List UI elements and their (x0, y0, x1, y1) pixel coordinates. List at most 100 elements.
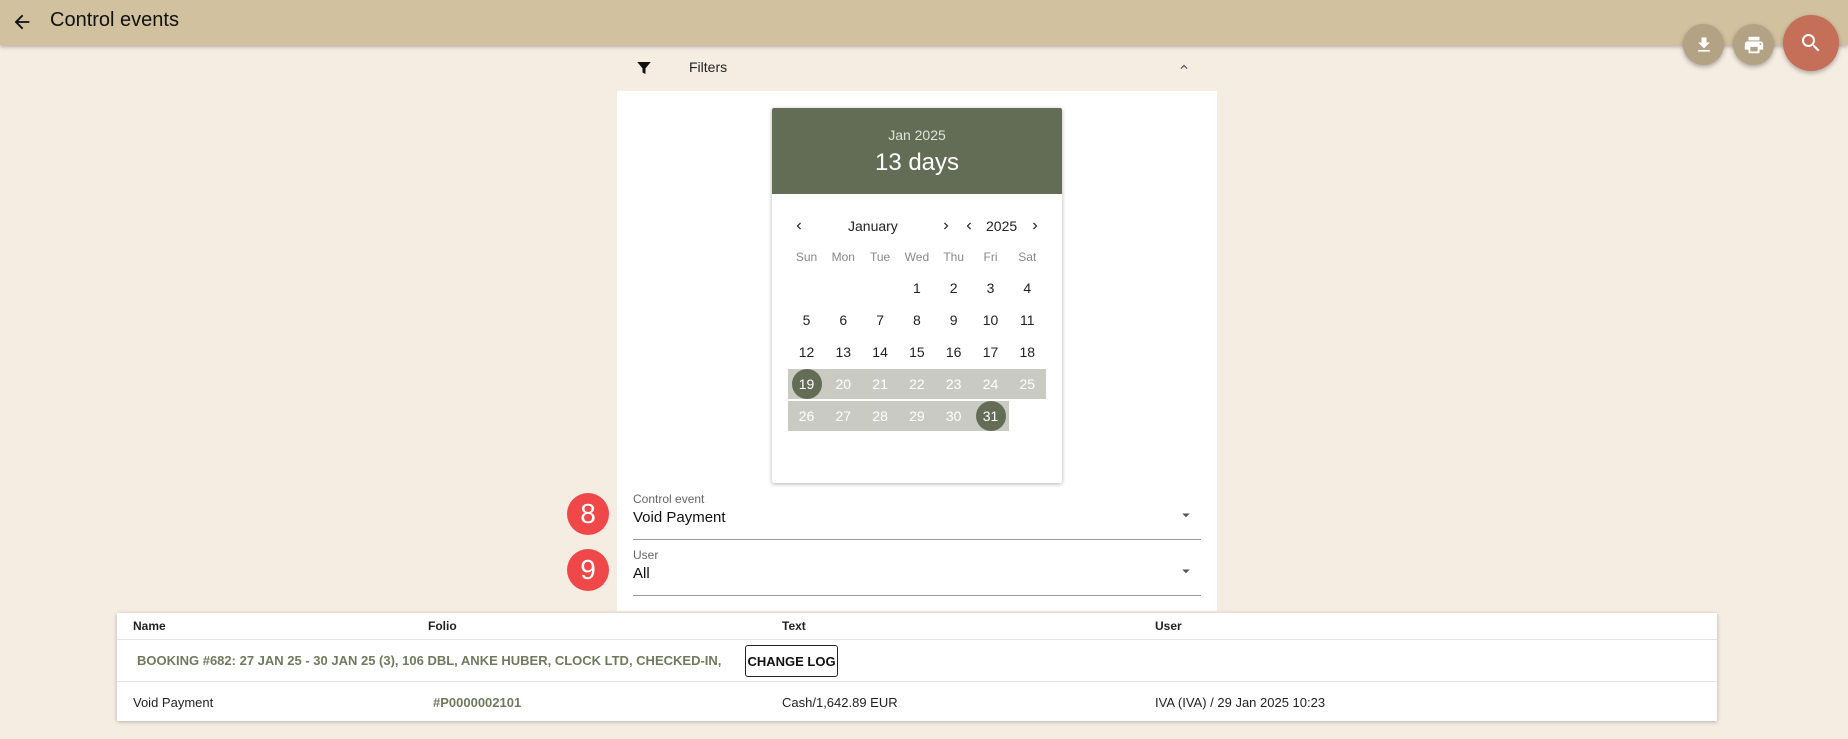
day-number: 7 (876, 312, 884, 328)
day-number: 25 (1019, 376, 1036, 392)
calendar-day[interactable]: 11 (1009, 305, 1046, 335)
page-title: Control events (50, 9, 179, 31)
day-number: 13 (835, 344, 852, 360)
day-number: 27 (835, 408, 852, 424)
range-end-day[interactable]: 31 (972, 401, 1009, 431)
filters-label: Filters (689, 59, 728, 75)
download-icon (1697, 37, 1710, 52)
calendar-day[interactable]: 4 (1009, 273, 1046, 303)
range-start-day[interactable]: 19 (788, 369, 825, 399)
control-event-label: Control event (633, 492, 705, 506)
day-number: 31 (975, 401, 1006, 431)
calendar-day-in-range[interactable]: 27 (825, 401, 862, 431)
calendar-day[interactable]: 17 (972, 337, 1009, 367)
calendar-day[interactable]: 6 (825, 305, 862, 335)
filter-icon (637, 62, 651, 74)
cell-text: Cash/1,642.89 EUR (782, 695, 898, 710)
results-table: Name Folio Text User BOOKING #682: 27 JA… (117, 613, 1717, 721)
booking-link[interactable]: BOOKING #682: 27 JAN 25 - 30 JAN 25 (3),… (137, 653, 721, 668)
print-button[interactable] (1733, 24, 1774, 65)
search-icon (1802, 34, 1820, 52)
date-range-picker: Jan 2025 13 days January 2025 Sun Mon Tue W… (772, 108, 1062, 483)
day-number: 4 (1023, 280, 1032, 296)
calendar-day[interactable]: 15 (898, 337, 935, 367)
day-number: 21 (872, 376, 888, 392)
calendar-header: Jan 2025 13 days (772, 108, 1062, 194)
day-number: 16 (945, 344, 962, 360)
search-button[interactable] (1783, 15, 1839, 71)
calendar-day[interactable]: 8 (898, 305, 935, 335)
weekday-label: Thu (943, 250, 965, 264)
print-icon (1744, 36, 1763, 53)
weekday-label: Wed (904, 250, 930, 264)
table-row[interactable]: Void Payment #P0000002101 Cash/1,642.89 … (117, 682, 1717, 721)
calendar-day-in-range[interactable]: 22 (898, 369, 935, 399)
cell-folio-link[interactable]: #P0000002101 (433, 695, 521, 710)
step-badge-9: 9 (567, 549, 609, 591)
day-number: 28 (872, 408, 888, 424)
calendar-day-in-range[interactable]: 23 (935, 369, 972, 399)
day-number: 3 (986, 280, 995, 296)
change-log-button[interactable]: CHANGE LOG (745, 645, 838, 677)
day-number: 17 (982, 344, 999, 360)
day-number: 20 (835, 376, 852, 392)
filters-toggle[interactable]: Filters (617, 47, 1217, 87)
calendar-day-in-range[interactable]: 29 (898, 401, 935, 431)
day-number: 5 (802, 312, 811, 328)
column-header-text[interactable]: Text (782, 619, 806, 633)
day-number: 15 (909, 344, 925, 360)
calendar-day-in-range[interactable]: 20 (825, 369, 862, 399)
user-value: All (633, 565, 650, 582)
day-number: 18 (1019, 344, 1036, 360)
calendar-day-in-range[interactable]: 21 (862, 369, 899, 399)
prev-month-button[interactable] (789, 216, 809, 236)
cell-name: Void Payment (133, 695, 214, 710)
dropdown-arrow-icon (1182, 513, 1190, 518)
next-year-button[interactable] (1025, 216, 1045, 236)
calendar-day[interactable]: 13 (825, 337, 862, 367)
calendar-day[interactable]: 16 (935, 337, 972, 367)
day-number: 14 (872, 344, 888, 360)
calendar-day[interactable]: 9 (935, 305, 972, 335)
next-month-button[interactable] (936, 216, 956, 236)
back-button[interactable] (6, 6, 38, 38)
calendar-month-year: Jan 2025 (888, 127, 946, 143)
day-number: 6 (839, 312, 848, 328)
calendar-day-in-range[interactable]: 24 (972, 369, 1009, 399)
booking-group-row: BOOKING #682: 27 JAN 25 - 30 JAN 25 (3),… (117, 640, 1717, 682)
calendar-day-in-range[interactable]: 30 (935, 401, 972, 431)
day-number: 24 (982, 376, 999, 392)
column-header-name[interactable]: Name (133, 619, 166, 633)
calendar-day-in-range[interactable]: 25 (1009, 369, 1046, 399)
calendar-day[interactable]: 12 (788, 337, 825, 367)
weekday-label: Fri (983, 250, 998, 264)
day-number: 22 (909, 376, 925, 392)
day-number: 23 (945, 376, 962, 392)
day-number: 9 (949, 312, 958, 328)
user-select[interactable]: User All (633, 548, 1201, 596)
download-button[interactable] (1683, 24, 1724, 65)
month-label: January (848, 218, 898, 234)
cell-user: IVA (IVA) / 29 Jan 2025 10:23 (1155, 695, 1326, 710)
calendar-day[interactable]: 1 (898, 273, 935, 303)
chevron-right-icon (944, 222, 949, 230)
calendar-day[interactable]: 14 (862, 337, 899, 367)
calendar-day[interactable]: 5 (788, 305, 825, 335)
calendar-day[interactable]: 7 (862, 305, 899, 335)
year-label: 2025 (986, 218, 1018, 234)
calendar-day-in-range[interactable]: 26 (788, 401, 825, 431)
calendar-nav: January 2025 (772, 216, 1062, 236)
prev-year-button[interactable] (959, 216, 979, 236)
calendar-day[interactable]: 10 (972, 305, 1009, 335)
column-header-folio[interactable]: Folio (428, 619, 457, 633)
day-number: 19 (791, 369, 822, 399)
control-event-select[interactable]: Control event Void Payment (633, 492, 1201, 540)
calendar-day-in-range[interactable]: 28 (862, 401, 899, 431)
column-header-user[interactable]: User (1155, 619, 1182, 633)
day-number: 1 (912, 280, 921, 296)
calendar-day[interactable]: 2 (935, 273, 972, 303)
calendar-day[interactable]: 3 (972, 273, 1009, 303)
calendar-day[interactable]: 18 (1009, 337, 1046, 367)
table-header-row: Name Folio Text User (117, 613, 1717, 640)
day-number: 12 (798, 344, 815, 360)
